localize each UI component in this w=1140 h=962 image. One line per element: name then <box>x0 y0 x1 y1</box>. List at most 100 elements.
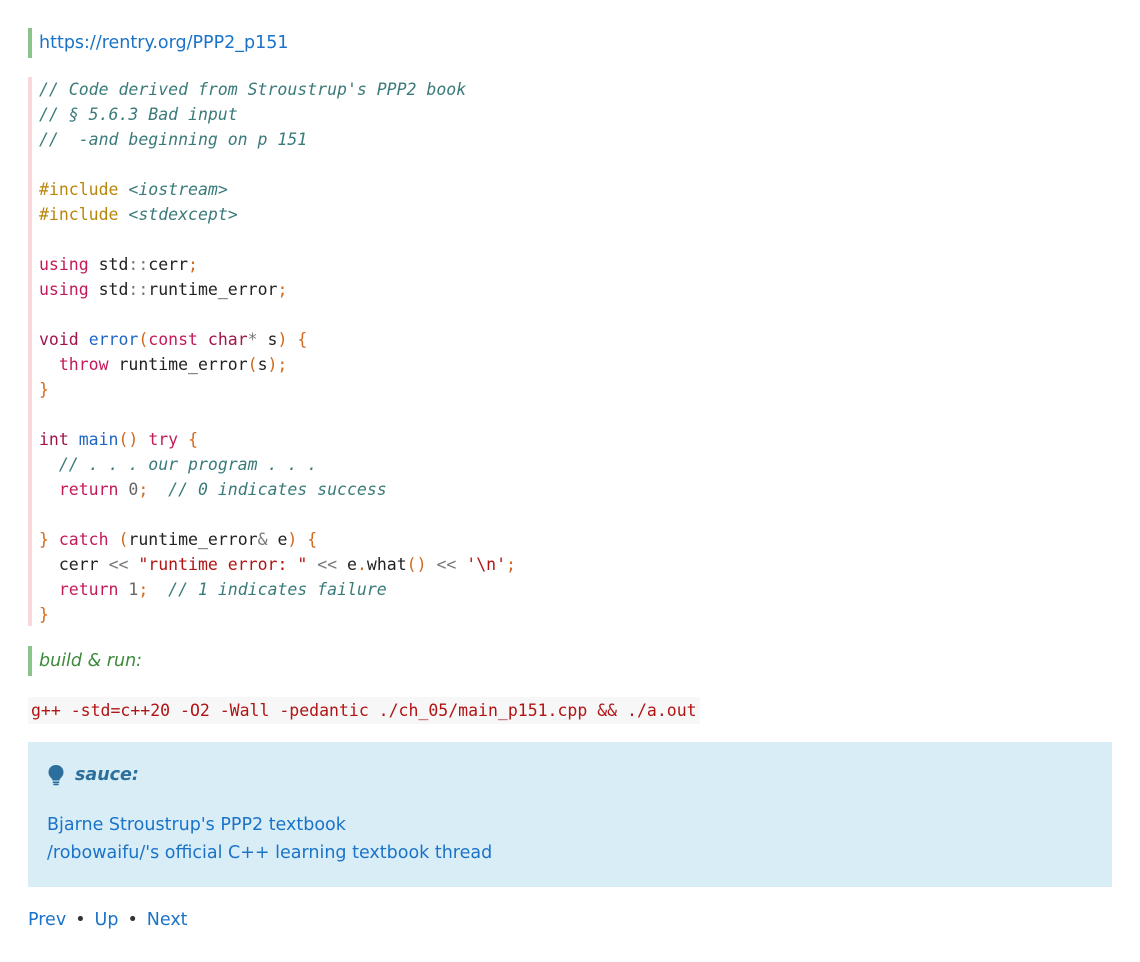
semicolon: ; <box>188 255 198 274</box>
ppp2-textbook-link[interactable]: Bjarne Stroustrup's PPP2 textbook <box>47 811 492 839</box>
paren: () <box>118 430 139 449</box>
admonition-title-text: sauce: <box>75 765 139 785</box>
code-line: return 0; // 0 indicates success <box>39 477 516 502</box>
build-run-quote: build & run: <box>28 646 142 676</box>
identifier: s <box>267 330 278 349</box>
nav-separator: • <box>127 910 138 930</box>
code-line: } <box>39 602 516 627</box>
code-line: return 1; // 1 indicates failure <box>39 577 516 602</box>
keyword: try <box>148 430 179 449</box>
code-line: cerr << "runtime error: " << e.what() <<… <box>39 552 516 577</box>
page-navigation: Prev • Up • Next <box>28 906 188 934</box>
number-literal: 1 <box>128 580 139 599</box>
identifier: cerr <box>148 255 189 274</box>
dot-operator: . <box>356 555 367 574</box>
code-line: #include <stdexcept> <box>39 202 516 227</box>
string-literal: "runtime error: " <box>138 555 308 574</box>
scope-operator: :: <box>128 280 149 299</box>
nav-separator: • <box>75 910 86 930</box>
paren: ( <box>247 355 258 374</box>
code-comment: // -and beginning on p 151 <box>39 130 308 149</box>
nav-up-link[interactable]: Up <box>95 910 119 930</box>
keyword: return <box>58 480 119 499</box>
stream-operator: << <box>436 555 457 574</box>
code-line: // . . . our program . . . <box>39 452 516 477</box>
source-link-quote: https://rentry.org/PPP2_p151 <box>28 28 289 58</box>
code-line: using std::runtime_error; <box>39 277 516 302</box>
semicolon: ; <box>277 280 288 299</box>
brace: { <box>297 330 308 349</box>
identifier: runtime_error <box>128 530 258 549</box>
lightbulb-icon <box>48 765 64 786</box>
brace: } <box>39 530 49 549</box>
admonition-title: sauce: <box>47 764 139 786</box>
code-line: #include <iostream> <box>39 177 516 202</box>
info-admonition: sauce: Bjarne Stroustrup's PPP2 textbook… <box>28 742 1112 887</box>
code-comment: // . . . our program . . . <box>58 455 318 474</box>
paren: ) <box>287 530 298 549</box>
nav-next-link[interactable]: Next <box>147 910 188 930</box>
type-keyword: int <box>39 430 69 449</box>
type-keyword: void <box>39 330 79 349</box>
semicolon: ; <box>506 555 516 574</box>
include-header: <stdexcept> <box>128 205 238 224</box>
code-comment: // § 5.6.3 Bad input <box>39 105 238 124</box>
keyword: throw <box>58 355 109 374</box>
reference-operator: & <box>257 530 268 549</box>
identifier: cerr <box>58 555 99 574</box>
pointer-operator: * <box>247 330 258 349</box>
code-line: using std::cerr; <box>39 252 516 277</box>
keyword: using <box>39 280 89 299</box>
stream-operator: << <box>108 555 129 574</box>
brace: { <box>188 430 198 449</box>
code-comment: // Code derived from Stroustrup's PPP2 b… <box>39 80 467 99</box>
number-literal: 0 <box>128 480 139 499</box>
paren: ) <box>277 330 288 349</box>
namespace: std <box>98 255 129 274</box>
identifier: runtime_error <box>148 280 278 299</box>
include-header: <iostream> <box>128 180 228 199</box>
stream-operator: << <box>317 555 338 574</box>
char-literal: '\n' <box>466 555 507 574</box>
code-comment: // 0 indicates success <box>168 480 387 499</box>
source-link[interactable]: https://rentry.org/PPP2_p151 <box>39 33 289 53</box>
keyword: catch <box>58 530 109 549</box>
identifier: s <box>257 355 268 374</box>
code-line: throw runtime_error(s); <box>39 352 516 377</box>
nav-prev-link[interactable]: Prev <box>28 910 66 930</box>
paren: ( <box>138 330 149 349</box>
include-directive: #include <box>39 205 119 224</box>
semicolon: ; <box>138 580 149 599</box>
build-run-label: build & run: <box>39 651 143 671</box>
scope-operator: :: <box>128 255 149 274</box>
code-listing: // Code derived from Stroustrup's PPP2 b… <box>39 77 516 627</box>
include-directive: #include <box>39 180 119 199</box>
namespace: std <box>98 280 129 299</box>
keyword: using <box>39 255 89 274</box>
code-comment: // 1 indicates failure <box>168 580 387 599</box>
type-keyword: char <box>207 330 248 349</box>
brace: { <box>307 530 318 549</box>
code-line: // § 5.6.3 Bad input <box>39 102 516 127</box>
code-line: int main() try { <box>39 427 516 452</box>
paren: ( <box>118 530 129 549</box>
identifier: e <box>277 530 288 549</box>
brace: } <box>39 380 49 399</box>
identifier: e <box>347 555 357 574</box>
identifier: runtime_error <box>118 355 248 374</box>
identifier: what <box>366 555 407 574</box>
admonition-links: Bjarne Stroustrup's PPP2 textbook /robow… <box>47 811 492 867</box>
code-block: // Code derived from Stroustrup's PPP2 b… <box>28 77 1112 626</box>
code-line: void error(const char* s) { <box>39 327 516 352</box>
brace: } <box>39 605 49 624</box>
function-name: main <box>78 430 119 449</box>
build-command: g++ -std=c++20 -O2 -Wall -pedantic ./ch_… <box>28 697 700 724</box>
robowaifu-thread-link[interactable]: /robowaifu/'s official C++ learning text… <box>47 839 492 867</box>
code-line: } catch (runtime_error& e) { <box>39 527 516 552</box>
paren: ); <box>267 355 288 374</box>
code-line: // -and beginning on p 151 <box>39 127 516 152</box>
